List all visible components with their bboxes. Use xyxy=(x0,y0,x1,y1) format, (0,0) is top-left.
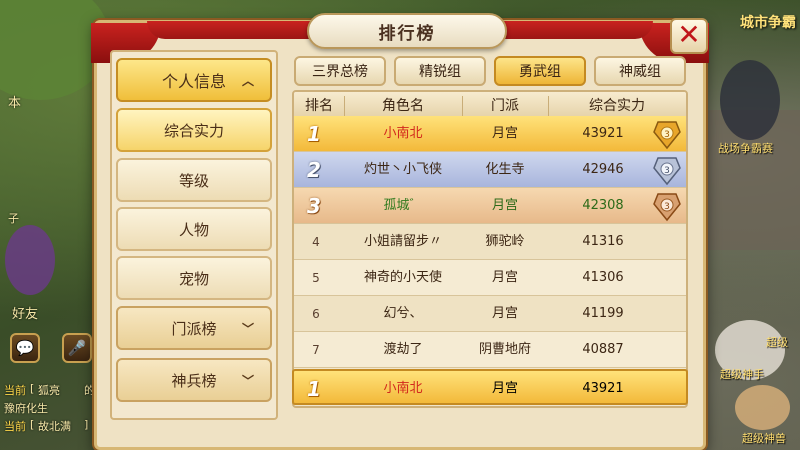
category-level[interactable]: 等级 xyxy=(116,158,272,202)
hud-text: 超级 xyxy=(766,336,788,349)
gold-medal-icon: 3 xyxy=(653,121,681,150)
tab-label: 勇武组 xyxy=(519,64,561,80)
my-player-faction: 月宫 xyxy=(491,381,518,396)
rank-number: 6 xyxy=(312,307,320,321)
rank-number: 3 xyxy=(307,194,321,218)
player-power: 42946 xyxy=(582,162,624,177)
tab-all-realms[interactable]: 三界总榜 xyxy=(294,56,386,86)
chevron-down-icon: ﹀ xyxy=(241,373,254,388)
player-power: 40887 xyxy=(582,342,624,357)
left-hud: 本 子 好友 💬 🎤 当前 [ 狐亮 的 豫府化生 当前 [ 故北满 ] xyxy=(0,0,100,450)
player-name: 孤城゛ xyxy=(383,198,423,213)
city-battle-label[interactable]: 城市争霸 xyxy=(740,12,796,32)
hud-text: 子 xyxy=(8,212,19,225)
chat-button[interactable]: 💬 xyxy=(10,333,40,363)
chat-sender[interactable]: 狐亮 xyxy=(38,382,60,398)
my-rank-number: 1 xyxy=(307,377,321,401)
scene-pet xyxy=(735,385,790,430)
table-row[interactable]: 5 神奇的小天使 月宫 41306 xyxy=(294,260,686,296)
ranking-table: 排名 角色名 门派 综合实力 1 小南北 月宫 43921 3 2 灼世丶小飞侠… xyxy=(292,90,688,408)
panel-title: 排行榜 xyxy=(307,13,507,49)
table-row[interactable]: 7 渡劫了 阴曹地府 40887 xyxy=(294,332,686,368)
category-label: 等级 xyxy=(178,171,209,190)
table-row[interactable]: 4 小姐請留步〃 狮驼岭 41316 xyxy=(294,224,686,260)
player-faction: 阴曹地府 xyxy=(478,342,531,357)
category-label: 门派榜 xyxy=(171,319,217,338)
chevron-up-icon: ︿ xyxy=(241,73,254,88)
player-faction: 狮驼岭 xyxy=(485,234,525,249)
bronze-medal-icon: 3 xyxy=(653,193,681,222)
player-name: 灼世丶小飞侠 xyxy=(363,162,442,177)
player-faction: 化生寺 xyxy=(485,162,525,177)
my-player-power: 43921 xyxy=(582,381,624,396)
tab-label: 三界总榜 xyxy=(312,64,368,80)
category-faction-ranking[interactable]: 门派榜 ﹀ xyxy=(116,306,272,350)
tab-label: 神威组 xyxy=(619,64,661,80)
svg-text:3: 3 xyxy=(664,130,670,140)
my-rank-row[interactable]: 1 小南北 月宫 43921 xyxy=(292,369,688,405)
player-faction: 月宫 xyxy=(491,198,518,213)
player-faction: 月宫 xyxy=(491,270,518,285)
chat-sender[interactable]: 故北满 xyxy=(38,418,71,434)
chat-bracket: ] xyxy=(84,418,89,431)
chat-bracket: [ xyxy=(30,382,35,395)
scene-character xyxy=(720,60,780,140)
microphone-icon: 🎤 xyxy=(67,339,87,357)
player-name: 渡劫了 xyxy=(383,342,423,357)
hud-text: 本 xyxy=(8,96,22,111)
table-row[interactable]: 1 小南北 月宫 43921 3 xyxy=(294,116,686,152)
voice-button[interactable]: 🎤 xyxy=(62,333,92,363)
chevron-down-icon: ﹀ xyxy=(241,321,254,336)
player-name: 幻兮、 xyxy=(383,306,423,321)
rank-number: 2 xyxy=(307,158,321,182)
player-faction: 月宫 xyxy=(491,126,518,141)
rank-number: 7 xyxy=(312,343,320,357)
category-label: 人物 xyxy=(178,220,209,239)
category-label: 神兵榜 xyxy=(171,371,217,390)
table-row[interactable]: 2 灼世丶小飞侠 化生寺 42946 3 xyxy=(294,152,686,188)
hud-text: 超级神兽 xyxy=(742,432,786,445)
player-faction: 月宫 xyxy=(491,306,518,321)
tab-divine-group[interactable]: 神威组 xyxy=(594,56,686,86)
player-power: 41316 xyxy=(582,234,624,249)
chat-text: 豫府化生 xyxy=(4,402,48,415)
channel-label: 当前 xyxy=(4,420,26,433)
player-power: 42308 xyxy=(582,198,624,213)
table-row[interactable]: 6 幻兮、 月宫 41199 xyxy=(294,296,686,332)
svg-text:3: 3 xyxy=(664,202,670,212)
rank-number: 4 xyxy=(312,235,320,249)
category-overall-power[interactable]: 综合实力 xyxy=(116,108,272,152)
table-row[interactable]: 3 孤城゛ 月宫 42308 3 xyxy=(294,188,686,224)
category-label: 综合实力 xyxy=(163,121,224,140)
rank-number: 1 xyxy=(307,122,321,146)
player-power: 41306 xyxy=(582,270,624,285)
category-character[interactable]: 人物 xyxy=(116,207,272,251)
close-icon: ✕ xyxy=(677,18,701,51)
category-pet[interactable]: 宠物 xyxy=(116,256,272,300)
tab-elite-group[interactable]: 精锐组 xyxy=(394,56,486,86)
hud-text: 超级神手 xyxy=(720,368,764,381)
category-weapon-ranking[interactable]: 神兵榜 ﹀ xyxy=(116,358,272,402)
player-power: 43921 xyxy=(582,126,624,141)
player-name: 小姐請留步〃 xyxy=(363,234,442,249)
tab-label: 精锐组 xyxy=(419,64,461,80)
silver-medal-icon: 3 xyxy=(653,157,681,186)
player-name: 小南北 xyxy=(383,126,423,141)
player-power: 41199 xyxy=(582,306,624,321)
close-button[interactable]: ✕ xyxy=(670,18,708,54)
chat-bracket: [ xyxy=(30,418,35,431)
my-player-name: 小南北 xyxy=(383,381,423,396)
category-personal-info[interactable]: 个人信息 ︿ xyxy=(116,58,272,102)
tab-brave-group[interactable]: 勇武组 xyxy=(494,56,586,86)
category-label: 个人信息 xyxy=(161,72,226,91)
category-label: 宠物 xyxy=(178,269,209,288)
svg-text:3: 3 xyxy=(664,166,670,176)
channel-label: 当前 xyxy=(4,384,26,397)
chat-bubble-icon: 💬 xyxy=(15,339,35,357)
friends-label[interactable]: 好友 xyxy=(12,303,38,322)
player-name: 神奇的小天使 xyxy=(363,270,442,285)
hud-text: 战场争霸赛 xyxy=(718,142,773,155)
rank-number: 5 xyxy=(312,271,320,285)
